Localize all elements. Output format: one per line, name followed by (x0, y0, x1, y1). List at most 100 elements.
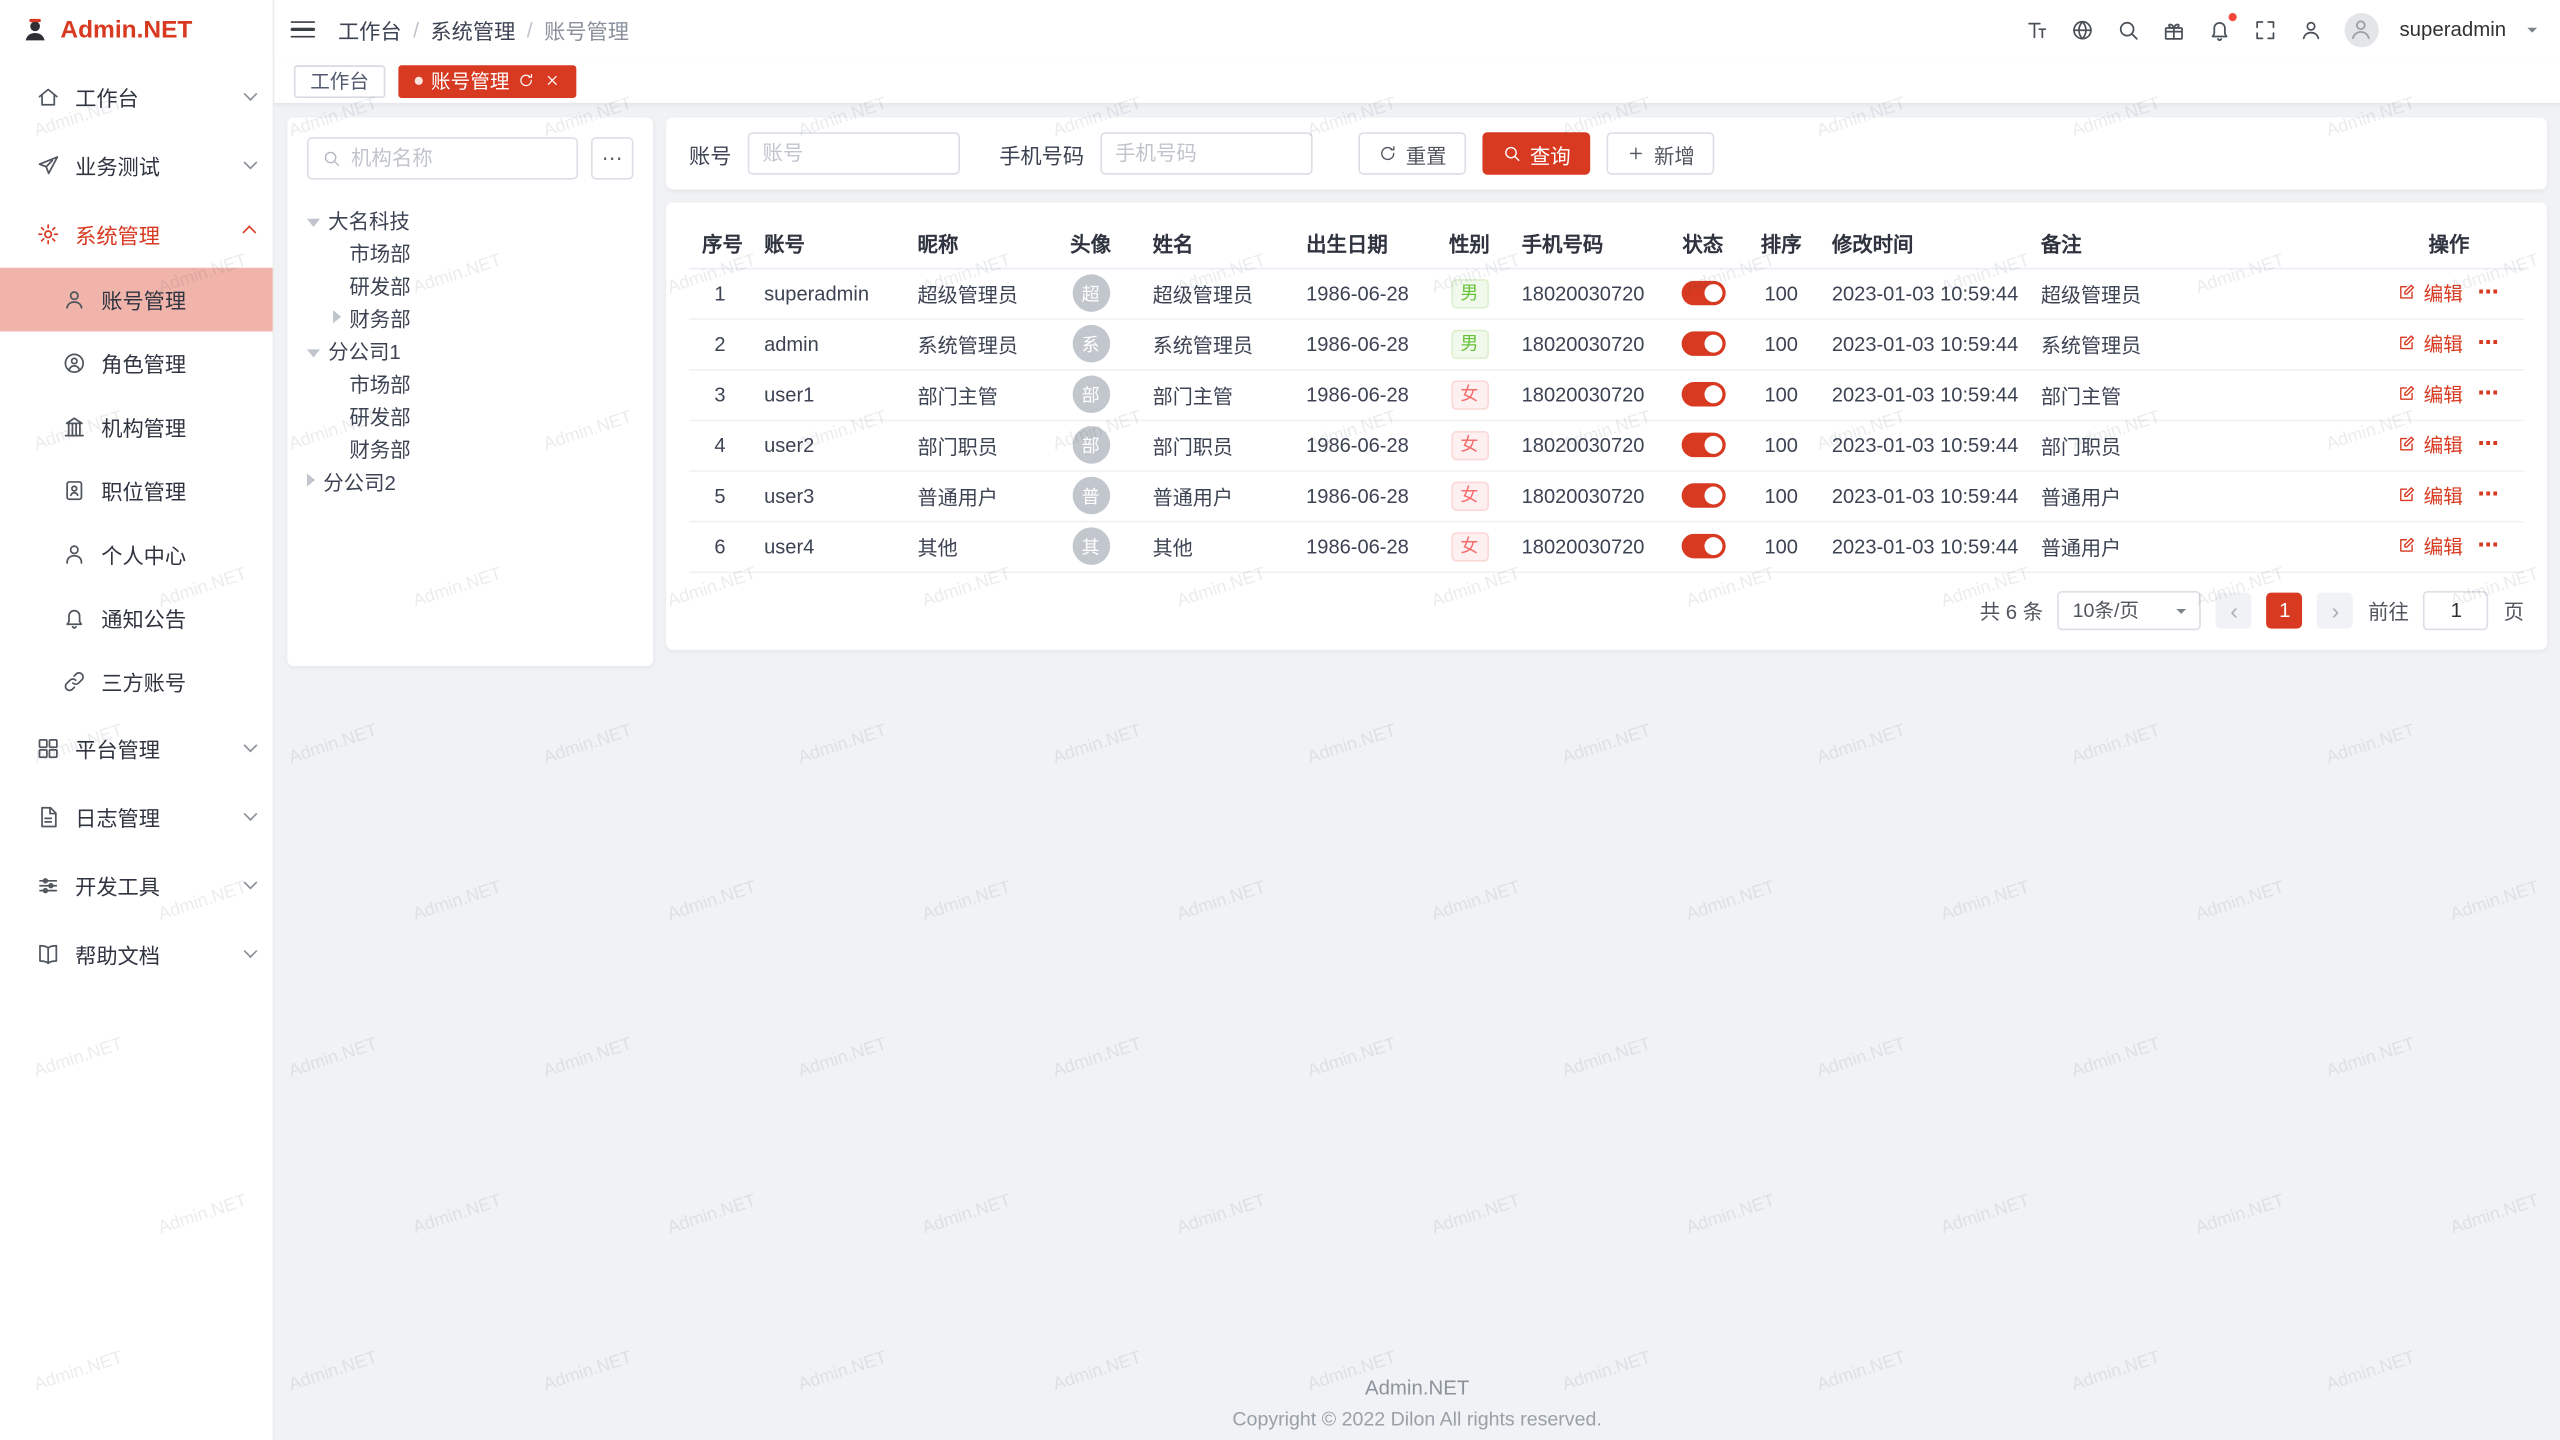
phone-input[interactable] (1100, 132, 1312, 174)
row-more-button[interactable]: ⋯ (2478, 280, 2501, 306)
row-more-button[interactable]: ⋯ (2478, 381, 2501, 407)
status-toggle[interactable] (1681, 382, 1725, 406)
tree-caret-icon[interactable] (307, 349, 320, 357)
search-icon[interactable] (2115, 17, 2139, 41)
tree-node-label: 研发部 (349, 269, 410, 300)
logo[interactable]: Admin.NET (0, 0, 273, 59)
sidebar-item-system-management[interactable]: 系统管理 (0, 199, 273, 268)
edit-button[interactable]: 编辑 (2398, 481, 2463, 509)
goto-page-input[interactable] (2424, 590, 2489, 629)
prev-page-button[interactable]: ‹ (2216, 592, 2252, 628)
breadcrumb-item[interactable]: 系统管理 (430, 14, 515, 45)
footer: Admin.NET Copyright © 2022 Dilon All rig… (274, 1376, 2560, 1430)
cell-index: 1 (689, 268, 751, 319)
home-icon (36, 84, 60, 108)
tree-node[interactable]: 大名科技 (307, 202, 634, 235)
refresh-icon (1378, 144, 1398, 164)
tree-caret-icon[interactable] (333, 310, 341, 323)
edit-button[interactable]: 编辑 (2398, 380, 2463, 408)
cell-modified-time: 2023-01-03 10:59:44 (1819, 470, 2028, 521)
add-button[interactable]: 新增 (1607, 132, 1715, 174)
tab-close-icon[interactable] (543, 72, 560, 89)
tree-node[interactable]: 市场部 (307, 366, 634, 399)
tree-node[interactable]: 分公司1 (307, 333, 634, 366)
row-more-button[interactable]: ⋯ (2478, 330, 2501, 356)
sidebar-item-role-management[interactable]: 角色管理 (0, 331, 273, 395)
sidebar-item-notice-announcement[interactable]: 通知公告 (0, 586, 273, 650)
edit-button[interactable]: 编辑 (2398, 532, 2463, 560)
row-actions: 编辑 ⋯ (2398, 431, 2501, 459)
edit-button-label: 编辑 (2424, 329, 2463, 357)
edit-button[interactable]: 编辑 (2398, 329, 2463, 357)
tree-node[interactable]: 财务部 (307, 300, 634, 333)
column-header: 状态 (1662, 219, 1744, 268)
edit-button[interactable]: 编辑 (2398, 279, 2463, 307)
footer-copyright: Copyright © 2022 Dilon All rights reserv… (274, 1407, 2560, 1430)
gender-badge: 女 (1451, 481, 1489, 510)
user-settings-icon[interactable] (2298, 17, 2322, 41)
avatar: 部 (1072, 426, 1110, 464)
page-number-1[interactable]: 1 (2267, 592, 2303, 628)
sidebar-item-dev-tools[interactable]: 开发工具 (0, 851, 273, 920)
language-icon[interactable] (2070, 17, 2094, 41)
sidebar-item-org-management[interactable]: 机构管理 (0, 395, 273, 459)
sidebar-item-account-management[interactable]: 账号管理 (0, 268, 273, 332)
row-more-button[interactable]: ⋯ (2478, 482, 2501, 508)
avatar: 系 (1072, 325, 1110, 363)
theme-icon[interactable] (2161, 17, 2185, 41)
cell-account: user1 (751, 369, 904, 420)
tree-node[interactable]: 研发部 (307, 268, 634, 301)
sidebar-item-label: 三方账号 (101, 666, 186, 697)
query-button[interactable]: 查询 (1483, 132, 1591, 174)
page-size-select[interactable]: 10条/页 (2058, 590, 2202, 629)
chevron-down-icon (2177, 608, 2187, 618)
org-search-input[interactable] (351, 147, 563, 170)
status-toggle[interactable] (1681, 281, 1725, 305)
sidebar-item-personal-center[interactable]: 个人中心 (0, 522, 273, 586)
avatar[interactable] (2344, 12, 2378, 46)
sidebar-item-business-test[interactable]: 业务测试 (0, 131, 273, 200)
reset-button[interactable]: 重置 (1358, 132, 1466, 174)
status-toggle[interactable] (1681, 332, 1725, 356)
edit-button[interactable]: 编辑 (2398, 431, 2463, 459)
org-more-button[interactable]: ⋯ (591, 137, 633, 179)
status-toggle[interactable] (1681, 534, 1725, 558)
notification-bell-icon[interactable] (2207, 17, 2231, 41)
breadcrumb-item[interactable]: 工作台 (338, 14, 402, 45)
menu-collapse-icon[interactable] (291, 21, 315, 39)
fullscreen-icon[interactable] (2253, 17, 2277, 41)
tab-account-management[interactable]: 账号管理 (398, 64, 576, 97)
sidebar-item-help-docs[interactable]: 帮助文档 (0, 919, 273, 988)
cell-modified-time: 2023-01-03 10:59:44 (1819, 420, 2028, 471)
font-size-icon[interactable] (2024, 17, 2048, 41)
test-icon (36, 153, 60, 177)
tab-refresh-icon[interactable] (518, 72, 535, 89)
tree-node[interactable]: 分公司2 (307, 464, 634, 497)
sidebar-item-third-party-account[interactable]: 三方账号 (0, 650, 273, 714)
status-toggle[interactable] (1681, 483, 1725, 507)
sidebar-item-label: 机构管理 (101, 411, 186, 442)
row-more-button[interactable]: ⋯ (2478, 431, 2501, 457)
cell-birth-date: 1986-06-28 (1293, 369, 1430, 420)
status-toggle[interactable] (1681, 433, 1725, 457)
cell-actions: 编辑 ⋯ (2374, 420, 2524, 471)
cell-account: admin (751, 318, 904, 369)
username[interactable]: superadmin (2399, 18, 2506, 41)
table-row: 3user1部门主管部部门主管1986-06-28女18020030720100… (689, 369, 2524, 420)
sidebar-item-position-management[interactable]: 职位管理 (0, 459, 273, 523)
sidebar-item-log-management[interactable]: 日志管理 (0, 782, 273, 851)
table-row: 5user3普通用户普普通用户1986-06-28女18020030720100… (689, 470, 2524, 521)
tree-node[interactable]: 财务部 (307, 431, 634, 464)
sidebar-item-workbench[interactable]: 工作台 (0, 62, 273, 131)
grid-icon (36, 736, 60, 760)
tree-caret-icon[interactable] (307, 473, 315, 486)
tab-workbench[interactable]: 工作台 (294, 64, 385, 97)
next-page-button[interactable]: › (2317, 592, 2353, 628)
column-header: 昵称 (904, 219, 1041, 268)
tree-node[interactable]: 研发部 (307, 398, 634, 431)
account-input[interactable] (748, 132, 960, 174)
row-more-button[interactable]: ⋯ (2478, 533, 2501, 559)
tree-node[interactable]: 市场部 (307, 235, 634, 268)
tree-caret-icon[interactable] (307, 218, 320, 226)
sidebar-item-platform-management[interactable]: 平台管理 (0, 713, 273, 782)
